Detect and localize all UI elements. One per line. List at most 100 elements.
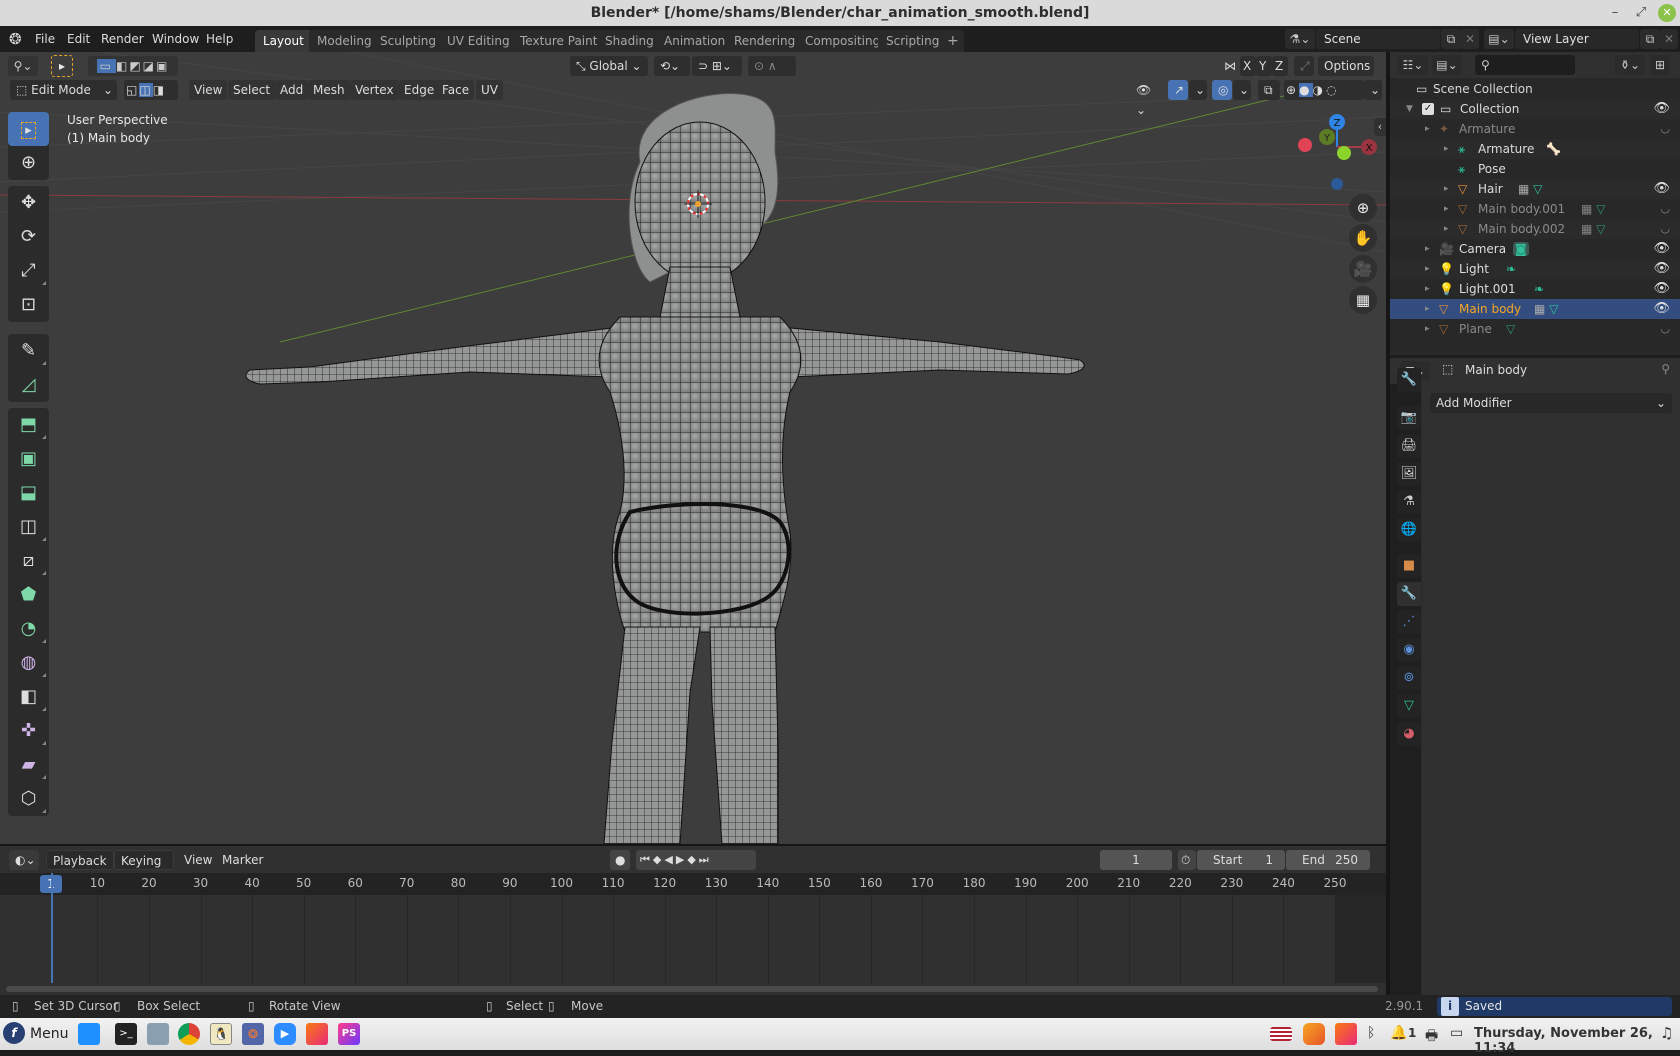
tab-view-layer[interactable]: 🖼 xyxy=(1397,462,1421,486)
pin-icon[interactable]: ⚲ xyxy=(1661,362,1670,376)
material-shading-icon[interactable]: ◑ xyxy=(1313,83,1326,97)
new-view-layer-icon[interactable]: ⧉ xyxy=(1640,29,1660,49)
prev-keyframe-icon[interactable]: ◆ xyxy=(653,853,664,866)
xray-toggle[interactable]: ⧉ xyxy=(1258,80,1280,100)
object-data-icons[interactable]: ❧ xyxy=(1506,259,1516,279)
loop-cut-tool[interactable]: ◫ xyxy=(8,510,49,544)
edge-select-icon[interactable]: ◫ xyxy=(139,83,153,97)
filter-dropdown[interactable]: ⚱⌄ xyxy=(1615,55,1645,75)
visibility-eye-icon[interactable]: 👁 xyxy=(1653,239,1670,259)
app-tray-icon[interactable] xyxy=(1303,1023,1325,1045)
tab-object[interactable]: ■ xyxy=(1397,554,1421,578)
select-new-icon[interactable]: ▭ xyxy=(96,59,116,73)
visibility-eye-icon[interactable]: 👁 xyxy=(1653,179,1670,199)
tab-particles[interactable]: ⋰ xyxy=(1397,610,1421,634)
new-collection-icon[interactable]: ⊞ xyxy=(1650,55,1670,75)
menu-edge[interactable]: Edge xyxy=(399,80,440,100)
visibility-eye-icon[interactable]: 👁 xyxy=(1653,299,1670,319)
play-icon[interactable]: ▶ xyxy=(676,853,687,866)
ortho-toggle-button[interactable]: ▦ xyxy=(1349,286,1377,314)
playback-dropdown[interactable]: Playback ⌄ xyxy=(46,850,114,888)
menu-face[interactable]: Face xyxy=(437,80,475,100)
mirror-icon[interactable]: ⋈ xyxy=(1218,56,1238,76)
tab-rendering[interactable]: Rendering xyxy=(726,30,804,52)
select-intersect-icon[interactable]: ▣ xyxy=(156,59,169,73)
overlays-toggle[interactable]: ◎ xyxy=(1212,80,1232,100)
outliner-item[interactable]: ▸ ▽ Plane ▽ ◡ xyxy=(1390,319,1680,339)
outliner-item[interactable]: ▸ 💡 Light.001 ❧ 👁 xyxy=(1390,279,1680,299)
scene-selector-icon[interactable]: ⚗⌄ xyxy=(1285,29,1315,49)
move-tool[interactable]: ✥ xyxy=(8,186,49,220)
snap-toggle[interactable]: ⊃ ⊞⌄ xyxy=(692,56,742,76)
timeline-ruler[interactable]: 1 10203040506070809010011012013014015016… xyxy=(0,873,1386,895)
transform-tool[interactable]: ⊡ xyxy=(8,288,49,322)
jump-start-icon[interactable]: ⏮ xyxy=(640,853,653,866)
measure-tool[interactable]: ◿ xyxy=(8,368,49,402)
files-icon[interactable] xyxy=(147,1023,169,1045)
play-reverse-icon[interactable]: ◀ xyxy=(664,853,675,866)
visibility-hidden-icon[interactable]: ◡ xyxy=(1660,119,1670,139)
maximize-button[interactable]: ⤢ xyxy=(1628,0,1654,26)
object-data-icons[interactable]: ▦ ▽ xyxy=(1518,179,1542,199)
add-modifier-dropdown[interactable]: Add Modifier ⌄ xyxy=(1430,393,1672,413)
tab-render[interactable]: 📷 xyxy=(1397,406,1421,430)
timeline-track-area[interactable] xyxy=(0,873,1386,995)
mirror-y-toggle[interactable]: Y xyxy=(1256,56,1272,76)
fedora-logo-icon[interactable]: f xyxy=(3,1022,25,1044)
minimize-button[interactable]: – xyxy=(1602,0,1628,26)
knife-tool[interactable]: ⧄ xyxy=(8,544,49,578)
select-invert-icon[interactable]: ◪ xyxy=(143,59,156,73)
outliner-editor-type-icon[interactable]: ☷⌄ xyxy=(1398,55,1428,75)
tab-compositing[interactable]: Compositing xyxy=(797,30,889,52)
start-frame-field[interactable]: Start 1 xyxy=(1197,850,1285,870)
blender-taskbar-icon[interactable]: ❂ xyxy=(242,1023,264,1045)
delete-scene-icon[interactable]: ✕ xyxy=(1461,29,1479,49)
terminal-icon[interactable]: >_ xyxy=(115,1023,137,1045)
menu-uv[interactable]: UV xyxy=(476,80,503,100)
tab-material[interactable]: ◕ xyxy=(1397,722,1421,746)
menu-render[interactable]: Render xyxy=(101,26,144,52)
tab-scene[interactable]: ⚗ xyxy=(1397,490,1421,514)
poly-build-tool[interactable]: ⬟ xyxy=(8,578,49,612)
visibility-hidden-icon[interactable]: ◡ xyxy=(1660,219,1670,239)
start-menu-button[interactable]: Menu xyxy=(30,1026,68,1042)
pivot-point-dropdown[interactable]: ⟲⌄ xyxy=(654,56,690,76)
display-mode-dropdown[interactable]: ▤⌄ xyxy=(1432,55,1462,75)
outliner-item[interactable]: ▸ 🎥 Camera ◙ 👁 xyxy=(1390,239,1680,259)
face-select-icon[interactable]: ◨ xyxy=(153,83,166,97)
editor-type-icon[interactable]: ⚲⌄ xyxy=(8,56,38,76)
tab-scripting[interactable]: Scripting xyxy=(878,30,948,52)
proportional-editing-toggle[interactable]: ⊙ ∧ xyxy=(748,56,796,76)
select-box-tool[interactable]: ▸ xyxy=(8,112,49,146)
timeline-scrollbar[interactable] xyxy=(6,986,1378,992)
shading-mode-group[interactable]: ⊕●◑◌ xyxy=(1284,80,1364,100)
tab-texture-paint[interactable]: Texture Paint xyxy=(512,30,606,52)
tab-output[interactable]: 🖨 xyxy=(1397,434,1421,458)
tux-icon[interactable]: 🐧 xyxy=(210,1023,232,1045)
expand-toggle-icon[interactable]: ▸ xyxy=(1425,279,1430,299)
tab-sculpting[interactable]: Sculpting xyxy=(372,30,445,52)
outliner-item[interactable]: ▸ ▽ Hair ▦ ▽ 👁 xyxy=(1390,179,1680,199)
blender-logo-icon[interactable]: ❂ xyxy=(9,26,22,52)
us-flag-icon[interactable] xyxy=(1270,1027,1292,1041)
next-keyframe-icon[interactable]: ◆ xyxy=(687,853,698,866)
menu-edit[interactable]: Edit xyxy=(67,26,90,52)
shading-dropdown[interactable]: ⌄ xyxy=(1364,80,1382,100)
pan-view-button[interactable]: ✋ xyxy=(1349,224,1377,252)
visibility-eye-icon[interactable]: 👁 xyxy=(1653,259,1670,279)
edge-slide-tool[interactable]: ◧ xyxy=(8,680,49,714)
object-data-icons[interactable]: ▦ ▽ xyxy=(1534,299,1558,319)
scale-tool[interactable]: ⤢ xyxy=(8,254,49,288)
mode-selector-dropdown[interactable]: ⬚ Edit Mode ⌄ xyxy=(10,80,117,100)
tab-tool[interactable]: 🔧 xyxy=(1397,368,1421,392)
visibility-hidden-icon[interactable]: ◡ xyxy=(1660,319,1670,339)
extrude-tool[interactable]: ⬒ xyxy=(8,408,49,442)
options-dropdown[interactable]: Options ⌄ xyxy=(1318,56,1374,93)
transform-orientation-dropdown[interactable]: ⤡ Global ⌄ xyxy=(570,56,648,76)
outliner-item[interactable]: ▸ ✦ Armature ◡ xyxy=(1390,119,1680,139)
zoom-view-button[interactable]: ⊕ xyxy=(1349,194,1377,222)
outliner-scene-collection[interactable]: ▭ Scene Collection xyxy=(1390,79,1680,99)
timeline-marker-menu[interactable]: Marker xyxy=(216,850,269,870)
object-data-icons[interactable]: ◙ xyxy=(1513,239,1529,259)
visibility-selectability-dropdown[interactable]: 👁⌄ xyxy=(1130,80,1164,117)
